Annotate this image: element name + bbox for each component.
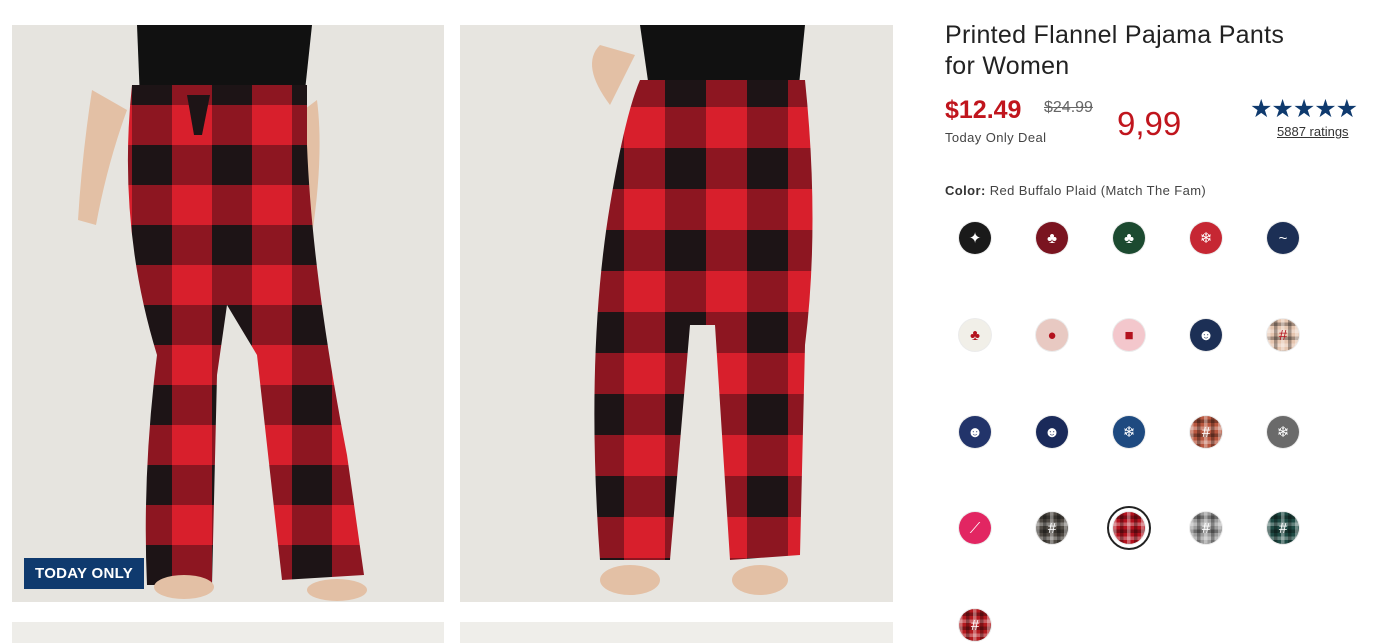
- color-label: Color:: [945, 183, 986, 198]
- front-photo-illustration: [12, 25, 444, 602]
- swatch-new-year[interactable]: ✦: [959, 222, 991, 254]
- swatch-tan-plaid[interactable]: #: [1267, 319, 1299, 351]
- swatch-pink-candycane[interactable]: ⟋: [959, 512, 991, 544]
- santa-icon: ☻: [1198, 326, 1214, 344]
- swatch-tartan[interactable]: #: [959, 609, 991, 641]
- candycane-icon: ⟋: [969, 519, 981, 537]
- sale-price: $12.49: [945, 96, 1022, 124]
- plaid-icon: #: [1047, 519, 1057, 537]
- snowflake-icon: ❄: [1122, 424, 1136, 441]
- plaid-icon: #: [970, 616, 980, 634]
- product-photo-3[interactable]: [12, 622, 444, 643]
- color-value: Red Buffalo Plaid (Match The Fam): [989, 183, 1207, 198]
- tree-icon: ♣: [970, 326, 980, 344]
- swatch-blue-snow[interactable]: ❄: [1113, 416, 1145, 448]
- plaid-icon: #: [1201, 519, 1211, 537]
- plaid-icon: #: [1201, 423, 1211, 441]
- today-only-badge: TODAY ONLY: [24, 558, 145, 589]
- swatch-blue-santa[interactable]: ☻: [959, 416, 991, 448]
- swatch-red-trees[interactable]: ♣: [1036, 222, 1068, 254]
- ornament-icon: ●: [1047, 326, 1057, 344]
- swatch-gray-fairisle[interactable]: ❄: [1267, 416, 1299, 448]
- rating-stars-icon[interactable]: ★★★★★: [1250, 94, 1358, 124]
- swatch-green-plaid[interactable]: #: [1267, 512, 1299, 544]
- plaid-icon: #: [1278, 519, 1288, 537]
- swatch-navy-santa-2[interactable]: ☻: [1036, 416, 1068, 448]
- selected-swatch-ring: [1107, 506, 1151, 550]
- color-label-row: Color: Red Buffalo Plaid (Match The Fam): [945, 183, 1206, 198]
- script-icon: ~: [1278, 229, 1288, 247]
- back-photo-illustration: [460, 25, 893, 602]
- swatch-cream-trees[interactable]: ♣: [959, 319, 991, 351]
- swatch-pink-gifts[interactable]: ■: [1113, 319, 1145, 351]
- product-title: Printed Flannel Pajama Pants for Women: [945, 20, 1345, 82]
- snowflake-icon: ❄: [1276, 424, 1290, 441]
- santa-icon: ☻: [967, 423, 983, 441]
- product-title-line1: Printed Flannel Pajama Pants: [945, 21, 1285, 49]
- snowflake-icon: ❄: [1199, 230, 1213, 247]
- alt-price: 9,99: [1117, 105, 1182, 142]
- swatch-red-fairisle[interactable]: ❄: [1190, 222, 1222, 254]
- tree-icon: ♣: [1124, 229, 1134, 247]
- gift-icon: ■: [1124, 326, 1134, 344]
- product-photo-front[interactable]: TODAY ONLY: [12, 25, 444, 602]
- original-price: $24.99: [1044, 99, 1093, 116]
- swatch-navy-santa[interactable]: ☻: [1190, 319, 1222, 351]
- deal-label: Today Only Deal: [945, 130, 1047, 145]
- tree-icon: ♣: [1047, 229, 1057, 247]
- text-pattern-icon: ✦: [968, 230, 982, 247]
- product-title-line2: for Women: [945, 52, 1070, 80]
- product-photo-4[interactable]: [460, 622, 893, 643]
- santa-icon: ☻: [1044, 423, 1060, 441]
- swatch-bw-check[interactable]: #: [1190, 512, 1222, 544]
- plaid-icon: #: [1278, 326, 1288, 344]
- swatch-pink-ornament[interactable]: ●: [1036, 319, 1068, 351]
- swatch-rust-plaid[interactable]: #: [1190, 416, 1222, 448]
- product-photo-back[interactable]: [460, 25, 893, 602]
- swatch-multi-plaid[interactable]: #: [1036, 512, 1068, 544]
- swatch-navy-script[interactable]: ~: [1267, 222, 1299, 254]
- swatch-green-trees[interactable]: ♣: [1113, 222, 1145, 254]
- ratings-link[interactable]: 5887 ratings: [1277, 124, 1349, 139]
